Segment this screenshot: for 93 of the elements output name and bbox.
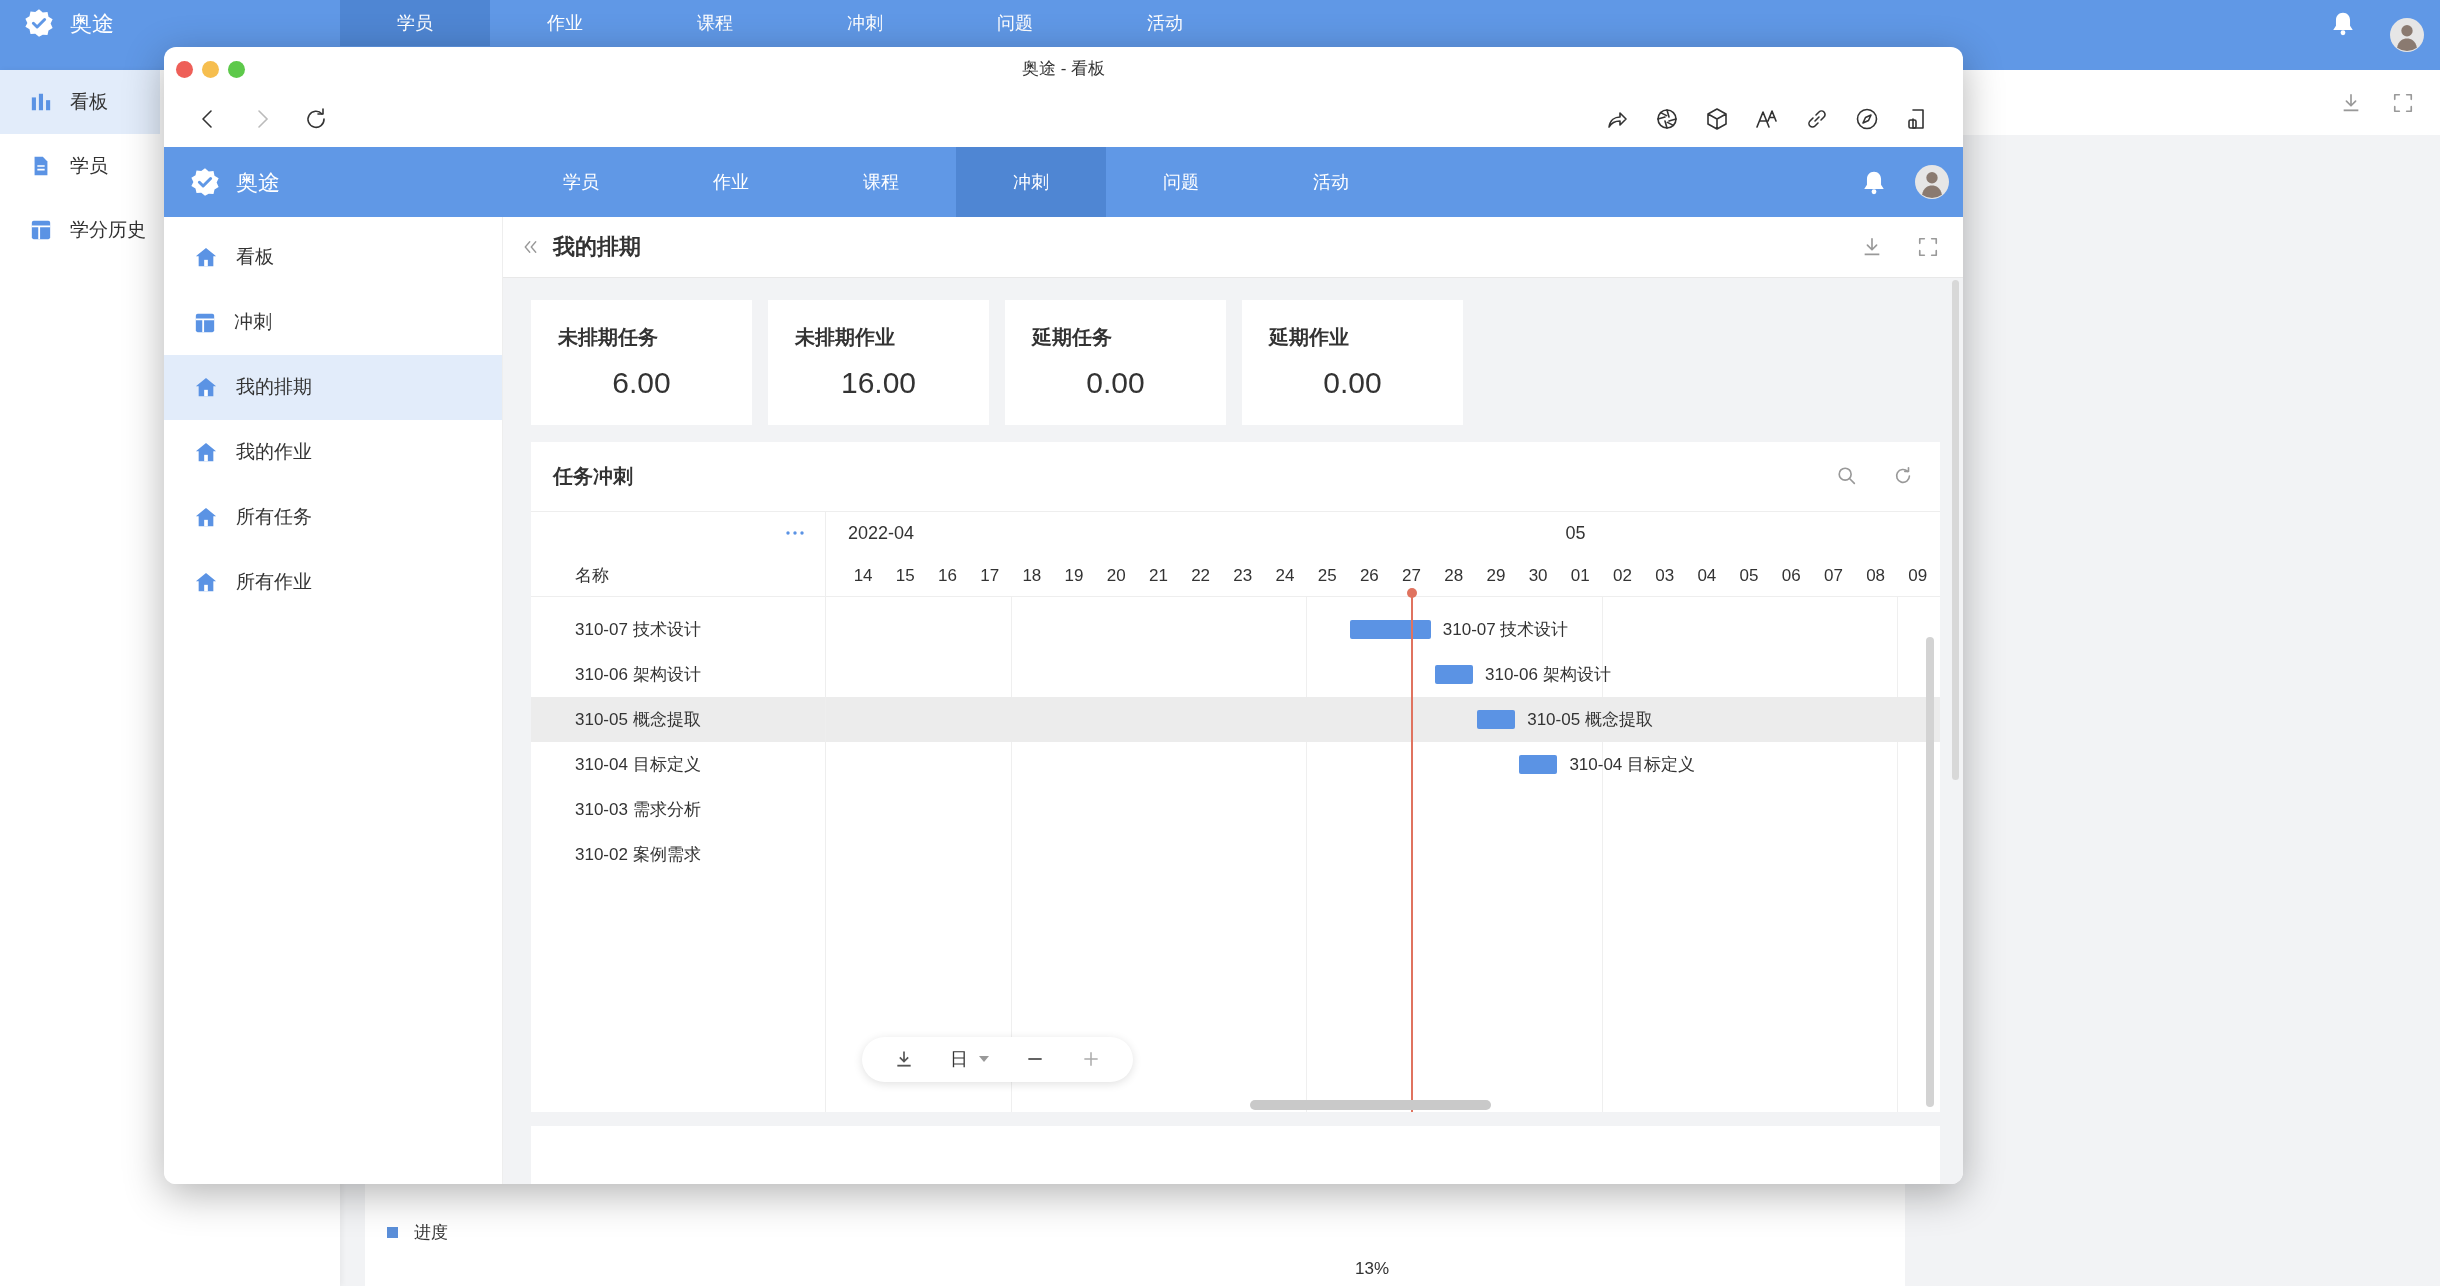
day-label: 05	[1738, 564, 1760, 587]
scrollbar-thumb[interactable]	[1250, 1100, 1491, 1110]
day-label: 18	[1021, 564, 1043, 587]
house-icon	[194, 376, 218, 399]
bar-label: 310-06 架构设计	[1485, 663, 1611, 686]
bar-chart-icon	[30, 91, 52, 113]
task-bar[interactable]	[1350, 619, 1431, 639]
day-label: 03	[1654, 564, 1676, 587]
bar-label: 310-04 目标定义	[1569, 753, 1696, 776]
maximize-button[interactable]	[228, 60, 245, 78]
day-label: 20	[1105, 564, 1127, 587]
day-label: 22	[1190, 564, 1212, 587]
day-label: 16	[937, 564, 958, 587]
sidebar-item[interactable]: 学分历史	[0, 198, 160, 262]
task-name[interactable]: 310-04 目标定义	[531, 741, 825, 787]
task-name[interactable]: 310-02 案例需求	[531, 831, 825, 877]
stat-value: 6.00	[611, 364, 672, 401]
stat-label: 延期作业	[1269, 324, 1350, 350]
stat-value: 0.00	[1322, 364, 1383, 401]
day-label: 01	[1569, 564, 1591, 587]
stat-label: 未排期作业	[795, 324, 896, 350]
table-icon	[30, 219, 52, 241]
day-label: 09	[1907, 564, 1929, 587]
day-label: 26	[1358, 564, 1380, 587]
house-icon	[194, 571, 218, 594]
app-name: 奥途	[70, 9, 114, 38]
today-marker	[1406, 587, 1417, 598]
card-title: 任务冲刺	[553, 464, 633, 490]
sidebar-item[interactable]: 所有作业	[164, 550, 502, 615]
task-bar[interactable]	[1519, 754, 1558, 774]
day-label: 04	[1696, 564, 1718, 587]
nav-tab[interactable]: 学员	[340, 0, 490, 46]
scrollbar-thumb[interactable]	[1926, 636, 1934, 1107]
avatar[interactable]	[1915, 165, 1949, 199]
bar-label: 310-07 技术设计	[1442, 618, 1569, 641]
sidebar-item[interactable]: 看板	[0, 70, 160, 134]
avatar[interactable]	[2390, 18, 2424, 52]
day-label: 25	[1316, 564, 1338, 587]
stat-value: 16.00	[839, 364, 918, 401]
minimize-button[interactable]	[202, 60, 219, 78]
sidebar-item[interactable]: 学员	[0, 134, 160, 198]
house-icon	[194, 246, 218, 269]
more-icon[interactable]	[785, 529, 805, 538]
stat-label: 延期任务	[1032, 324, 1113, 350]
stat-label: 未排期任务	[558, 324, 659, 350]
month-label: 2022-04	[848, 521, 915, 545]
day-label: 19	[1063, 564, 1085, 587]
task-name[interactable]: 310-03 需求分析	[531, 786, 825, 832]
day-label: 24	[1274, 564, 1296, 587]
day-label: 23	[1232, 564, 1254, 587]
nav-tab[interactable]: 冲刺	[956, 147, 1106, 217]
bar-label: 310-05 概念提取	[1527, 708, 1653, 731]
sidebar-item[interactable]: 我的排期	[164, 355, 502, 420]
fullscreen-icon[interactable]	[2392, 91, 2414, 114]
day-label: 07	[1822, 564, 1844, 587]
day-label: 14	[852, 564, 874, 587]
sidebar-item[interactable]: 我的作业	[164, 420, 502, 485]
day-label: 02	[1612, 564, 1633, 587]
app-name: 奥途	[236, 168, 280, 197]
scrollbar-thumb[interactable]	[1952, 280, 1959, 780]
task-bar[interactable]	[1434, 664, 1473, 684]
fullscreen-icon[interactable]	[1917, 235, 1939, 258]
page-title: 我的排期	[553, 233, 641, 262]
day-label: 28	[1443, 564, 1465, 587]
day-label: 21	[1147, 564, 1169, 587]
house-icon	[194, 506, 218, 529]
month-label: 05	[1565, 521, 1586, 545]
day-label: 17	[979, 564, 1001, 587]
day-label: 27	[1401, 564, 1422, 587]
percent-label: 13%	[1355, 1258, 1390, 1280]
close-button[interactable]	[176, 60, 193, 78]
logo-icon	[190, 167, 220, 197]
sidebar-item[interactable]: 冲刺	[164, 290, 502, 355]
day-label: 15	[894, 564, 916, 587]
legend-label: 进度	[414, 1222, 448, 1244]
scale-dropdown[interactable]: 日	[945, 1043, 994, 1075]
caret-icon	[977, 1055, 990, 1064]
task-name[interactable]: 310-06 架构设计	[531, 651, 825, 697]
day-label: 29	[1485, 564, 1507, 587]
task-name[interactable]: 310-05 概念提取	[531, 696, 825, 742]
stat-value: 0.00	[1085, 364, 1146, 401]
house-icon	[194, 441, 218, 464]
sidebar-item[interactable]: 所有任务	[164, 485, 502, 550]
task-bar[interactable]	[1477, 709, 1516, 729]
column-header: 名称	[575, 564, 609, 587]
table-icon	[194, 311, 216, 334]
window-title: 奥途 - 看板	[1021, 59, 1106, 79]
day-label: 30	[1527, 564, 1549, 587]
sidebar-item[interactable]: 看板	[164, 225, 502, 290]
logo-icon	[24, 8, 54, 38]
day-label: 06	[1780, 564, 1802, 587]
task-name[interactable]: 310-07 技术设计	[531, 606, 825, 652]
day-label: 08	[1865, 564, 1887, 587]
